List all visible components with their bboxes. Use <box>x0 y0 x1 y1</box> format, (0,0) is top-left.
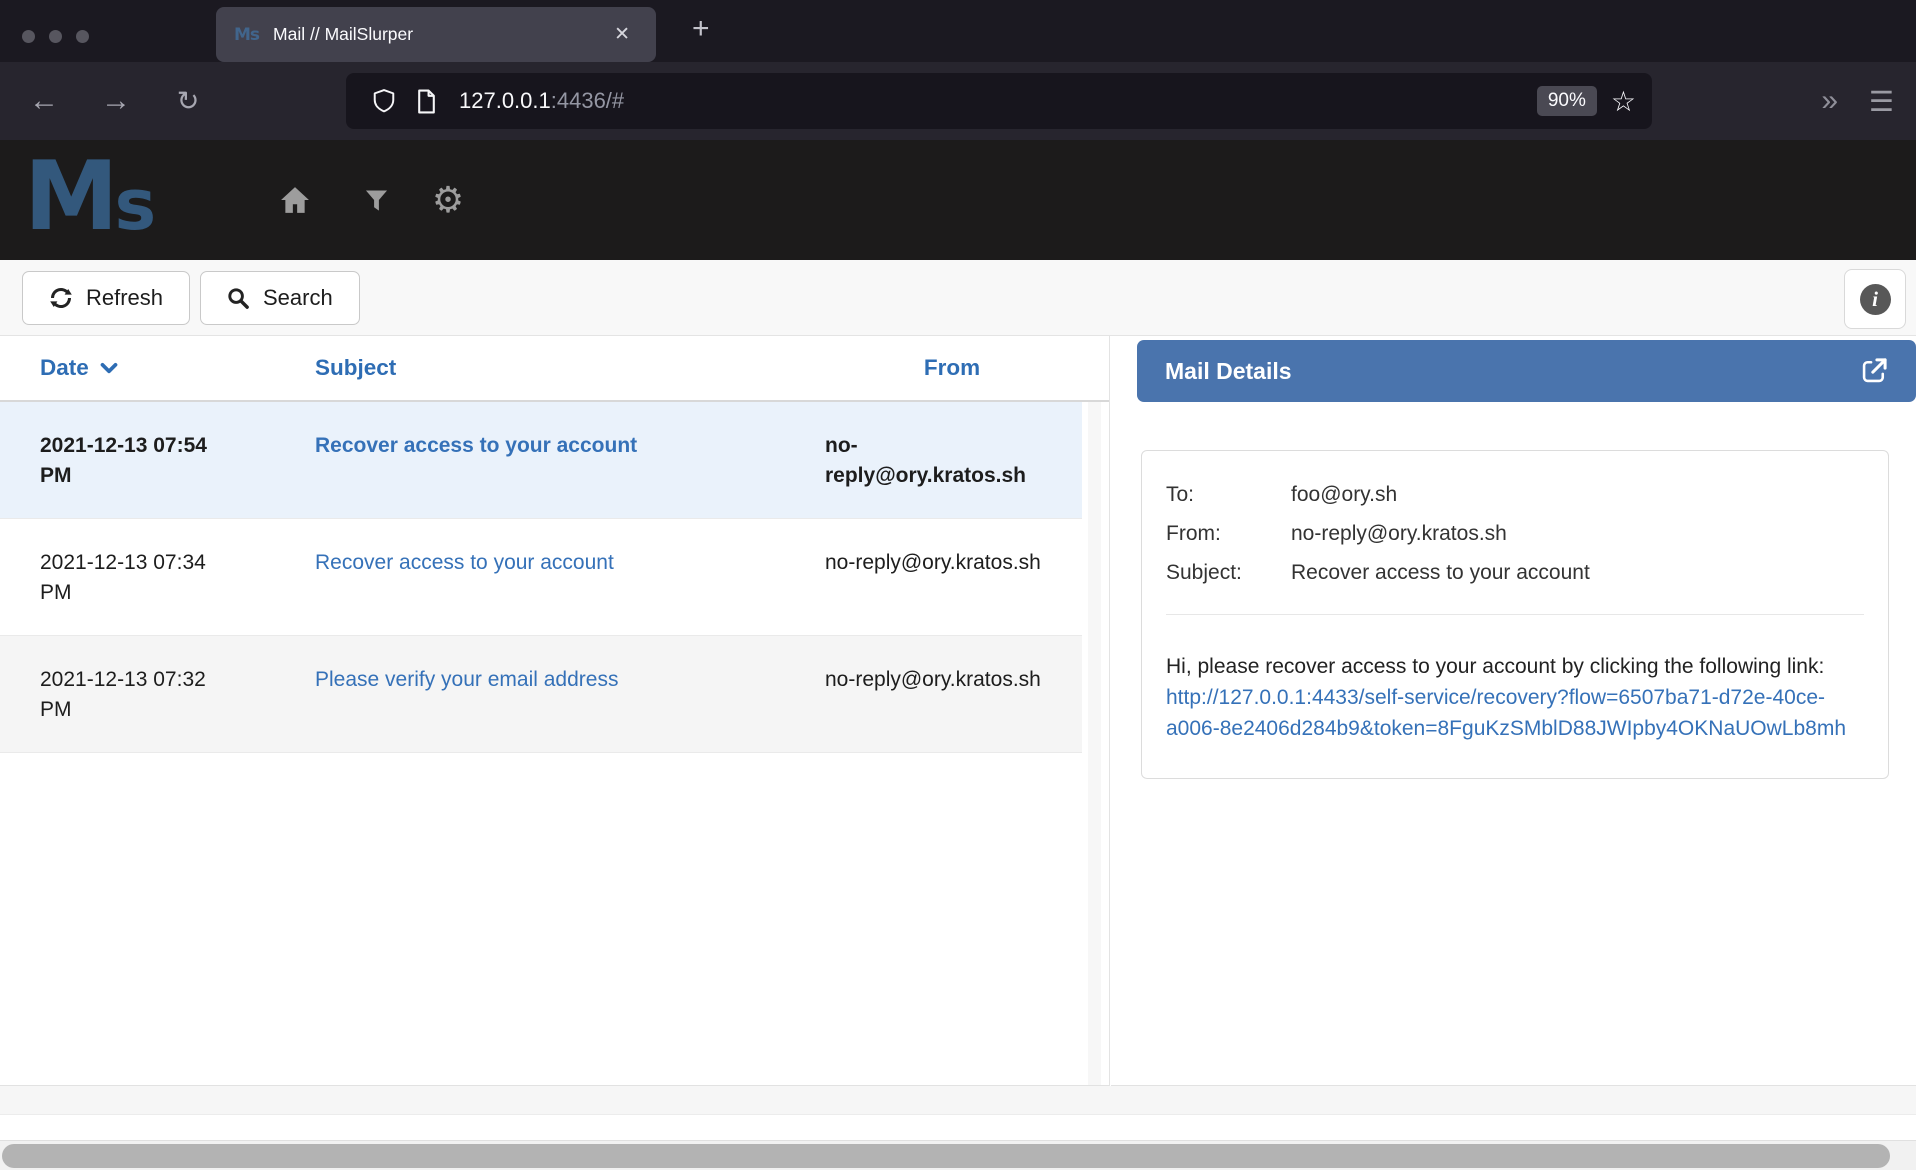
browser-tab-bar: Ms Mail // MailSlurper ✕ + <box>0 0 1916 62</box>
logo-letter-m: M <box>24 142 115 252</box>
mail-body: Hi, please recover access to your accoun… <box>1166 651 1846 744</box>
mail-from: no-reply@ory.kratos.sh <box>825 431 1045 491</box>
settings-gear-icon[interactable]: ⚙ <box>418 140 478 260</box>
mail-fields: To: foo@ory.sh From: no-reply@ory.kratos… <box>1166 479 1864 588</box>
mail-details-title: Mail Details <box>1165 358 1860 385</box>
home-icon[interactable] <box>265 140 325 260</box>
horizontal-scrollbar-thumb[interactable] <box>2 1144 1890 1168</box>
url-host: 127.0.0.1 <box>459 88 551 113</box>
url-text[interactable]: 127.0.0.1:4436/# <box>459 88 1537 114</box>
mailslurper-logo: Ms <box>24 142 152 279</box>
to-label: To: <box>1166 479 1291 510</box>
bookmark-star-icon[interactable]: ☆ <box>1611 85 1636 118</box>
mail-date: 2021-12-13 07:54 PM <box>40 431 240 491</box>
page-info-icon[interactable] <box>416 89 437 114</box>
sort-chevron-down-icon <box>99 362 119 375</box>
from-value: no-reply@ory.kratos.sh <box>1291 518 1864 549</box>
forward-icon[interactable]: → <box>88 62 144 140</box>
toolbar-overflow-icon[interactable]: » <box>1821 62 1836 140</box>
mail-list-panel: Date Subject From 2021-12-13 07:54 PM Re… <box>0 336 1110 1086</box>
subject-value: Recover access to your account <box>1291 557 1864 588</box>
mail-row[interactable]: 2021-12-13 07:32 PM Please verify your e… <box>0 636 1082 753</box>
toolbar: Refresh Search i <box>0 260 1916 336</box>
search-button[interactable]: Search <box>200 271 360 325</box>
card-divider <box>1166 614 1864 615</box>
url-bar[interactable]: 127.0.0.1:4436/# 90% ☆ <box>346 73 1652 129</box>
column-header-subject[interactable]: Subject <box>315 355 825 381</box>
horizontal-scrollbar-track[interactable] <box>0 1140 1916 1170</box>
zoom-level-badge[interactable]: 90% <box>1537 86 1597 116</box>
window-controls[interactable] <box>22 30 89 43</box>
mail-from: no-reply@ory.kratos.sh <box>825 665 1045 725</box>
column-header-from[interactable]: From <box>825 355 1109 381</box>
tab-close-icon[interactable]: ✕ <box>606 19 638 50</box>
browser-tab[interactable]: Ms Mail // MailSlurper ✕ <box>216 7 656 62</box>
mail-details-header: Mail Details <box>1137 340 1916 402</box>
mailslurper-header: Ms ⚙ <box>0 140 1916 260</box>
mail-details-card: To: foo@ory.sh From: no-reply@ory.kratos… <box>1141 450 1889 779</box>
list-scrollbar-track[interactable] <box>1088 402 1101 1085</box>
refresh-button[interactable]: Refresh <box>22 271 190 325</box>
search-button-label: Search <box>263 285 333 311</box>
back-icon[interactable]: ← <box>16 62 72 140</box>
mail-subject-link[interactable]: Recover access to your account <box>315 434 637 457</box>
search-icon <box>227 287 250 310</box>
mail-date: 2021-12-13 07:32 PM <box>40 665 240 725</box>
mail-subject[interactable]: Recover access to your account <box>315 548 825 608</box>
info-button[interactable]: i <box>1844 269 1906 329</box>
bottom-white-strip <box>0 1114 1916 1140</box>
mail-subject-link[interactable]: Recover access to your account <box>315 551 614 574</box>
mail-row[interactable]: 2021-12-13 07:54 PM Recover access to yo… <box>0 402 1082 519</box>
reload-icon[interactable]: ↻ <box>160 62 216 140</box>
mail-subject[interactable]: Please verify your email address <box>315 665 825 725</box>
info-icon: i <box>1860 284 1891 315</box>
mail-details-panel: Mail Details To: foo@ory.sh From: no-rep… <box>1111 336 1916 1086</box>
mailslurper-favicon-icon: Ms <box>234 25 259 45</box>
external-link-icon[interactable] <box>1860 357 1888 385</box>
mail-list-header: Date Subject From <box>0 336 1109 402</box>
refresh-icon <box>49 286 73 310</box>
window-dot-icon[interactable] <box>49 30 62 43</box>
logo-letter-s: s <box>115 164 153 246</box>
screen: Ms Mail // MailSlurper ✕ + ← → ↻ 127.0.0… <box>0 0 1916 1170</box>
mail-date: 2021-12-13 07:34 PM <box>40 548 240 608</box>
date-header-label: Date <box>40 355 89 381</box>
window-dot-icon[interactable] <box>76 30 89 43</box>
subject-label: Subject: <box>1166 557 1291 588</box>
browser-nav-bar: ← → ↻ 127.0.0.1:4436/# 90% ☆ » ☰ <box>0 62 1916 140</box>
column-header-date[interactable]: Date <box>40 355 315 381</box>
tab-title: Mail // MailSlurper <box>273 24 606 45</box>
mail-subject-link[interactable]: Please verify your email address <box>315 668 618 691</box>
filter-icon[interactable] <box>346 140 406 260</box>
mail-from: no-reply@ory.kratos.sh <box>825 548 1045 608</box>
mail-row[interactable]: 2021-12-13 07:34 PM Recover access to yo… <box>0 519 1082 636</box>
new-tab-button[interactable]: + <box>682 12 720 46</box>
recovery-link[interactable]: http://127.0.0.1:4433/self-service/recov… <box>1166 686 1846 740</box>
mail-body-text: Hi, please recover access to your accoun… <box>1166 655 1824 678</box>
bottom-gray-strip <box>0 1086 1916 1114</box>
window-dot-icon[interactable] <box>22 30 35 43</box>
url-path: :4436/# <box>551 88 624 113</box>
from-label: From: <box>1166 518 1291 549</box>
shield-icon[interactable] <box>372 88 396 114</box>
main-content: Date Subject From 2021-12-13 07:54 PM Re… <box>0 336 1916 1086</box>
mail-subject[interactable]: Recover access to your account <box>315 431 825 491</box>
hamburger-menu-icon[interactable]: ☰ <box>1869 62 1894 140</box>
refresh-button-label: Refresh <box>86 285 163 311</box>
to-value: foo@ory.sh <box>1291 479 1864 510</box>
